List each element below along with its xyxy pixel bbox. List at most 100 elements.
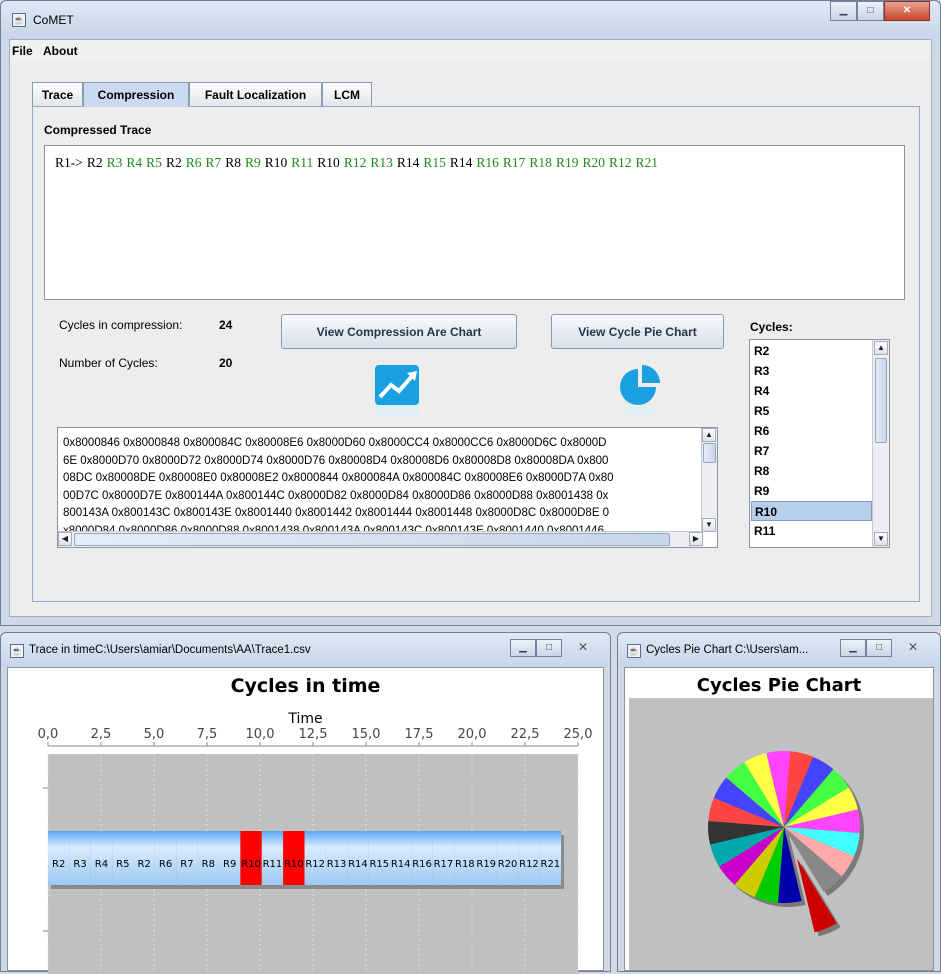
timeline-segment[interactable] <box>518 831 540 885</box>
scroll-right-arrow-icon[interactable]: ▶ <box>689 532 703 546</box>
x-tick-label: 22,5 <box>511 727 540 742</box>
timeline-segment[interactable] <box>432 831 455 885</box>
cycles-timeline-chart[interactable]: 0,0 2,5 5,0 7,5 10,0 12,5 15,0 17,5 20,0 22,5 25,0… <box>8 668 605 974</box>
scroll-left-arrow-icon[interactable]: ◀ <box>58 532 72 546</box>
timeline-segment[interactable] <box>475 831 497 885</box>
tab-trace[interactable]: Trace <box>32 82 83 106</box>
scroll-down-arrow-icon[interactable]: ▼ <box>702 518 716 532</box>
segment-label: R11 <box>263 859 283 870</box>
timeline-segment[interactable] <box>176 831 198 885</box>
timeline-segment[interactable] <box>304 831 326 885</box>
segment-label: R20 <box>498 859 518 870</box>
close-button[interactable]: ✕ <box>884 1 930 21</box>
x-tick-label: 10,0 <box>246 727 275 742</box>
trace-token: R18 <box>529 155 552 170</box>
timeline-segment[interactable] <box>240 831 262 885</box>
timeline-segment[interactable] <box>539 831 562 885</box>
compressed-trace-text[interactable]: R1-> R2 R3 R4 R5 R2 R6 R7 R8 R9 R10 R11 R10 R12 R13 R14… <box>44 145 905 300</box>
minimize-button[interactable]: ▁ <box>830 1 857 21</box>
area-chart-icon[interactable] <box>371 359 427 417</box>
x-tick-label: 5,0 <box>144 727 165 742</box>
timeline-segment[interactable] <box>154 831 177 885</box>
maximize-button[interactable]: □ <box>536 639 562 657</box>
pie-chart-window: ☕ Cycles Pie Chart C:\Users\am... ▁ □ ✕ … <box>617 632 941 972</box>
cycles-vertical-scrollbar[interactable]: ▲ ▼ <box>872 340 889 547</box>
timeline-segment[interactable] <box>48 831 70 885</box>
cycles-in-compression-label: Cycles in compression: <box>59 318 183 332</box>
segment-label: R13 <box>327 859 347 870</box>
main-titlebar: ☕ CoMET ▁ □ ✕ <box>1 1 940 39</box>
close-button[interactable]: ✕ <box>892 639 934 657</box>
trace-chart-area: Cycles in time Time 0,0 2,5 5,0 7,5 10,0 12,5… <box>7 667 605 974</box>
hex-line: 08DC 0x80008DE 0x80008E0 0x80008E2 0x800… <box>63 472 614 484</box>
pie-window-titlebar: ☕ Cycles Pie Chart C:\Users\am... ▁ □ ✕ <box>618 633 940 667</box>
cycles-pie-chart[interactable] <box>629 698 933 970</box>
cycle-list-item[interactable]: R4 <box>751 381 872 401</box>
segment-label: R14 <box>348 859 368 870</box>
timeline-segment[interactable] <box>347 831 369 885</box>
cycles-scroll-up-arrow-icon[interactable]: ▲ <box>874 341 888 355</box>
trace-token: R7 <box>205 155 222 170</box>
pie-chart-icon[interactable] <box>611 359 667 417</box>
tab-fault-localization[interactable]: Fault Localization <box>189 82 322 106</box>
timeline-segment[interactable] <box>69 831 91 885</box>
compression-panel: Compressed Trace R1-> R2 R3 R4 R5 R2 R6 R7 R8 R9 R… <box>32 106 920 602</box>
cycle-list-item[interactable]: R7 <box>751 441 872 461</box>
cycles-scroll-thumb[interactable] <box>875 358 887 443</box>
hex-line: 00D7C 0x8000D7E 0x800144A 0x800144C 0x80… <box>63 489 609 502</box>
cycle-list-item[interactable]: R6 <box>751 421 872 441</box>
main-window-title: CoMET <box>33 13 74 27</box>
cycles-scroll-down-arrow-icon[interactable]: ▼ <box>874 532 888 546</box>
timeline-segment[interactable] <box>112 831 134 885</box>
tab-compression[interactable]: Compression <box>83 82 189 107</box>
hex-hscroll-thumb[interactable] <box>74 533 670 546</box>
trace-token: R14 <box>396 155 420 170</box>
tab-lcm[interactable]: LCM <box>322 82 372 106</box>
minimize-button[interactable]: ▁ <box>840 639 866 657</box>
hex-vscroll-thumb[interactable] <box>703 443 716 463</box>
timeline-segment[interactable] <box>411 831 433 885</box>
pie-chart-title: Cycles Pie Chart <box>696 675 862 696</box>
pie-chart-area: Cycles Pie Chart <box>624 667 934 971</box>
timeline-segment[interactable] <box>283 831 305 885</box>
menu-file[interactable]: File <box>12 44 33 58</box>
segment-label: R16 <box>412 859 432 870</box>
scroll-up-arrow-icon[interactable]: ▲ <box>702 428 716 442</box>
cycle-list-item[interactable]: R9 <box>751 481 872 501</box>
segment-label: R21 <box>541 859 561 870</box>
hex-trace-text: 0x8000846 0x8000848 0x800084C 0x80008E6 … <box>63 435 614 540</box>
timeline-segment[interactable] <box>219 831 241 885</box>
timeline-segment[interactable] <box>133 831 155 885</box>
cycle-list-item[interactable]: R2 <box>751 341 872 361</box>
cycle-list-item[interactable]: R11 <box>751 521 872 541</box>
timeline-segment[interactable] <box>197 831 220 885</box>
cycle-list-item[interactable]: R8 <box>751 461 872 481</box>
view-pie-chart-button[interactable]: View Cycle Pie Chart <box>551 314 724 349</box>
timeline-segment[interactable] <box>90 831 113 885</box>
cycle-list-item[interactable]: R5 <box>751 401 872 421</box>
timeline-segment[interactable] <box>325 831 348 885</box>
timeline-segment[interactable] <box>368 831 391 885</box>
trace-token: R12 <box>608 155 632 170</box>
menu-about[interactable]: About <box>43 44 78 58</box>
cycle-list-item[interactable]: R10 <box>751 501 872 521</box>
cycle-list-item[interactable]: R3 <box>751 361 872 381</box>
view-area-chart-button[interactable]: View Compression Are Chart <box>281 314 517 349</box>
hex-horizontal-scrollbar[interactable]: ◀ ▶ <box>58 531 703 547</box>
segment-label: R4 <box>95 859 108 870</box>
timeline-segment[interactable] <box>454 831 476 885</box>
timeline-segment[interactable] <box>261 831 284 885</box>
timeline-segment[interactable] <box>390 831 412 885</box>
hex-trace-area[interactable]: 0x8000846 0x8000848 0x800084C 0x80008E6 … <box>57 427 718 548</box>
hex-vertical-scrollbar[interactable]: ▲ ▼ <box>701 428 717 532</box>
maximize-button[interactable]: □ <box>866 639 892 657</box>
x-tick-label: 0,0 <box>38 727 59 742</box>
segment-label: R12 <box>519 859 539 870</box>
timeline-segment[interactable] <box>496 831 519 885</box>
cycles-list[interactable]: ▲ ▼ R2 R3 R4 R5 R6 R7 R8 R9 R10 R11 <box>749 339 890 548</box>
trace-token: R4 <box>126 155 143 170</box>
close-button[interactable]: ✕ <box>562 639 604 657</box>
minimize-button[interactable]: ▁ <box>510 639 536 657</box>
main-window: ☕ CoMET ▁ □ ✕ File About Trace Compressi… <box>0 0 941 626</box>
maximize-button[interactable]: □ <box>857 1 884 21</box>
